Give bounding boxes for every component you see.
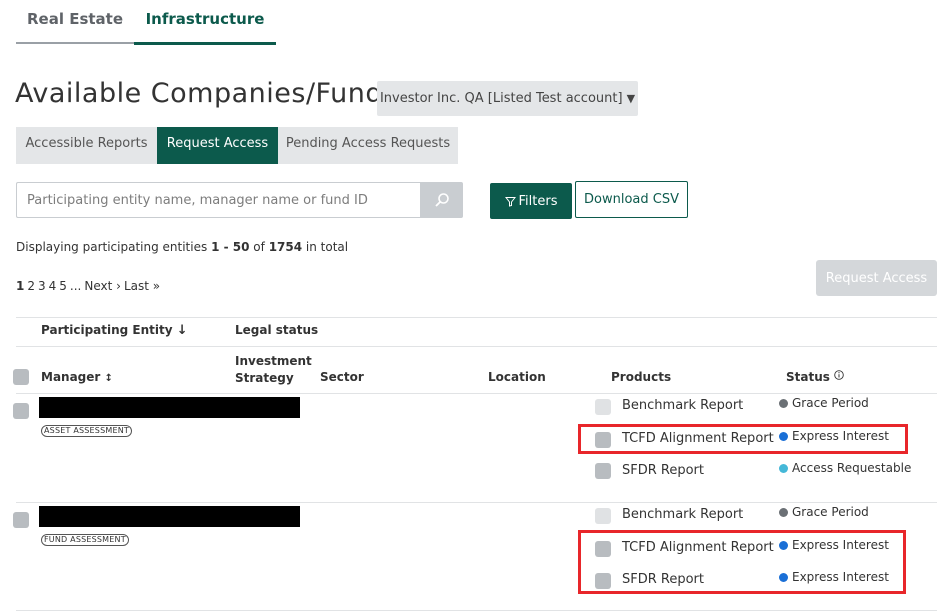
header-participating-entity[interactable]: Participating Entity ↓ (41, 323, 188, 338)
tab-pending-access-requests[interactable]: Pending Access Requests (278, 127, 458, 164)
page-3[interactable]: 3 (38, 279, 46, 293)
product-checkbox[interactable] (595, 508, 611, 524)
product-checkbox[interactable] (595, 399, 611, 415)
page-next[interactable]: Next › (84, 279, 121, 293)
product-status: Grace Period (779, 396, 869, 410)
filters-label: Filters (518, 193, 558, 209)
page-last[interactable]: Last » (124, 279, 160, 293)
account-select[interactable]: Investor Inc. QA [Listed Test account] ▼ (377, 81, 638, 116)
highlight-box (578, 424, 908, 454)
status-label: Grace Period (792, 396, 869, 410)
header-manager-label: Manager (41, 370, 101, 384)
assessment-type-tag: FUND ASSESSMENT (41, 534, 129, 546)
status-label: Access Requestable (792, 461, 912, 475)
tab-real-estate[interactable]: Real Estate (16, 0, 134, 44)
product-name: Benchmark Report (622, 507, 744, 522)
results-of: of (253, 240, 265, 254)
product-status: Access Requestable (779, 461, 911, 475)
search-icon (434, 193, 449, 207)
divider (16, 502, 937, 503)
status-dot-icon (779, 463, 788, 473)
header-products: Products (611, 370, 672, 384)
divider (16, 317, 937, 318)
results-range: 1 - 50 (211, 240, 250, 254)
product-status: Grace Period (779, 505, 869, 519)
account-select-value: Investor Inc. QA [Listed Test account] (379, 91, 623, 106)
header-participating-entity-label: Participating Entity (41, 323, 173, 337)
product-name: SFDR Report (622, 463, 704, 478)
product-name: Benchmark Report (622, 398, 744, 413)
download-csv-button[interactable]: Download CSV (575, 181, 688, 218)
page-2[interactable]: 2 (27, 279, 35, 293)
header-sector: Sector (320, 370, 364, 384)
page-5[interactable]: 5 (59, 279, 67, 293)
results-total: 1754 (268, 240, 303, 254)
header-status-label: Status (786, 370, 830, 384)
tab-accessible-reports[interactable]: Accessible Reports (16, 127, 157, 164)
tab-request-access[interactable]: Request Access (157, 127, 278, 164)
page-title: Available Companies/Funds (15, 78, 398, 109)
results-summary: Displaying participating entities 1 - 50… (16, 240, 348, 254)
divider (16, 346, 937, 347)
page-1[interactable]: 1 (16, 279, 24, 293)
header-manager[interactable]: Manager ↕ (41, 370, 113, 384)
header-legal-status: Legal status (235, 323, 319, 337)
page-ellipsis: ... (69, 279, 82, 293)
product-checkbox[interactable] (595, 463, 611, 479)
filter-icon (504, 196, 516, 207)
row-checkbox[interactable] (13, 403, 29, 419)
search-input[interactable] (16, 182, 420, 218)
redacted-manager-name (39, 397, 300, 418)
search-button[interactable] (420, 182, 463, 218)
row-checkbox[interactable] (13, 512, 29, 528)
status-dot-icon (779, 398, 788, 408)
select-all-checkbox[interactable] (13, 369, 29, 385)
header-investment-strategy-line1: Investment (235, 354, 312, 368)
divider (16, 610, 937, 611)
status-dot-icon (779, 507, 788, 517)
header-investment-strategy-line2: Strategy (235, 371, 294, 385)
header-investment-strategy: Investment Strategy (235, 353, 312, 387)
filters-button[interactable]: Filters (490, 183, 572, 219)
sort-updown-icon: ↕ (104, 373, 113, 384)
tab-infrastructure[interactable]: Infrastructure (134, 0, 276, 45)
divider (16, 393, 937, 394)
sort-down-arrow-icon: ↓ (176, 323, 188, 338)
status-label: Grace Period (792, 505, 869, 519)
pagination: 1 2 3 4 5... Next › Last » (16, 279, 163, 293)
header-location: Location (488, 370, 546, 384)
page-4[interactable]: 4 (49, 279, 57, 293)
results-prefix: Displaying participating entities (16, 240, 208, 254)
info-icon[interactable] (834, 370, 844, 380)
caret-down-icon: ▼ (626, 92, 636, 105)
assessment-type-tag: ASSET ASSESSMENT (41, 425, 132, 437)
redacted-manager-name (39, 506, 300, 527)
results-suffix: in total (305, 240, 349, 254)
header-status: Status (786, 370, 844, 384)
request-access-button[interactable]: Request Access (816, 260, 937, 296)
highlight-box (578, 530, 906, 594)
